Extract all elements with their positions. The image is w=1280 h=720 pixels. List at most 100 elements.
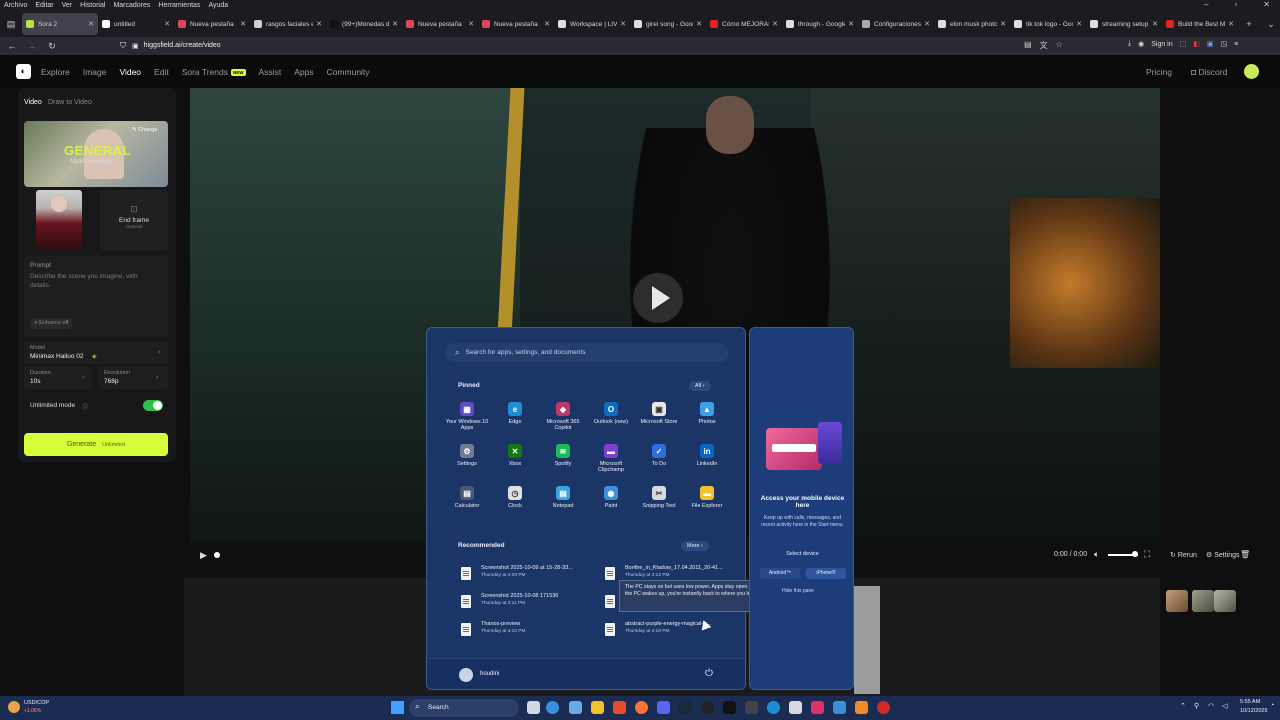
generate-button[interactable]: Generate Unlimited: [24, 433, 168, 456]
list-all-tabs-icon[interactable]: ⌄: [1260, 19, 1280, 30]
tab-list-icon[interactable]: ▤: [0, 19, 22, 30]
notification-bell-icon[interactable]: ◔: [1270, 702, 1274, 709]
minimize-icon[interactable]: –: [1200, 0, 1212, 9]
nav-image[interactable]: Image: [83, 67, 107, 77]
menu-editar[interactable]: Editar: [31, 2, 57, 9]
menu-marcadores[interactable]: Marcadores: [109, 2, 154, 9]
extension-icon[interactable]: ⬚: [1180, 40, 1187, 48]
unlimited-mode-toggle[interactable]: [143, 400, 163, 411]
start-frame-image[interactable]: [36, 190, 82, 250]
taskbar-search[interactable]: ⌕ Search: [409, 699, 519, 717]
preset-card[interactable]: GENERAL Minimax Hailuo ✎ Change: [24, 121, 168, 187]
browser-tab[interactable]: Build the Best M ✕: [1162, 13, 1238, 35]
edge-taskbar-icon[interactable]: [767, 701, 780, 714]
browser-tab[interactable]: Nueva pestaña ✕: [478, 13, 554, 35]
volume-handle[interactable]: [1132, 551, 1138, 557]
tab-close-icon[interactable]: ✕: [240, 20, 246, 28]
pen-app-icon[interactable]: [569, 701, 582, 714]
android-button[interactable]: Android™: [760, 568, 800, 579]
seek-handle[interactable]: [214, 552, 220, 558]
fullscreen-icon[interactable]: ⛶: [1144, 549, 1150, 560]
tab-close-icon[interactable]: ✕: [88, 20, 94, 28]
browser-tab[interactable]: Workspace | LIVE ✕: [554, 13, 630, 35]
pinned-app[interactable]: ◆ Microsoft 365 Copilot: [539, 402, 587, 431]
pinned-app[interactable]: ≋ Spotify: [539, 444, 587, 467]
pinned-app[interactable]: in LinkedIn: [683, 444, 731, 467]
pinned-app[interactable]: ◷ Clock: [491, 486, 539, 509]
all-apps-button[interactable]: All ›: [689, 381, 711, 391]
tab-close-icon[interactable]: ✕: [848, 20, 854, 28]
nav-video[interactable]: Video: [119, 67, 141, 77]
power-icon[interactable]: ⏻: [705, 668, 713, 679]
pinned-app[interactable]: ▤ Notepad: [539, 486, 587, 509]
extension-icon-2[interactable]: ◳: [1221, 40, 1228, 48]
recommended-file[interactable]: Screenshot 2025-10-09 at 15-28-33... Thur…: [461, 565, 586, 587]
tab-close-icon[interactable]: ✕: [1152, 20, 1158, 28]
account-icon[interactable]: ◉: [1138, 40, 1144, 48]
trash-icon[interactable]: 🗑︎: [1240, 550, 1250, 559]
avatar[interactable]: [1244, 64, 1259, 79]
tab-close-icon[interactable]: ✕: [772, 20, 778, 28]
url-text[interactable]: higgsfield.ai/create/video: [144, 42, 221, 49]
user-avatar[interactable]: [459, 668, 473, 682]
tab-close-icon[interactable]: ✕: [164, 20, 170, 28]
pinned-app[interactable]: ✓ To Do: [635, 444, 683, 467]
app-menu-icon[interactable]: ≡: [1234, 41, 1238, 48]
copilot-icon[interactable]: [546, 701, 559, 714]
pinned-app[interactable]: ▣ Microsoft Store: [635, 402, 683, 425]
nav-community[interactable]: Community: [327, 67, 370, 77]
browser-tab[interactable]: Sora 2 ✕: [22, 13, 98, 35]
pinned-app[interactable]: ✕ Xbox: [491, 444, 539, 467]
duration-selector[interactable]: Duration 10s ›: [24, 367, 92, 389]
pinned-app[interactable]: ▬ File Explorer: [683, 486, 731, 509]
app-icon-blue[interactable]: [833, 701, 846, 714]
browser-tab[interactable]: Cómo MEJORAR ✕: [706, 13, 782, 35]
discord-taskbar-icon[interactable]: [657, 701, 670, 714]
higgsfield-logo[interactable]: ◐: [16, 64, 31, 79]
resolution-selector[interactable]: Resolution 768p ›: [98, 367, 168, 389]
new-tab-icon[interactable]: +: [1238, 19, 1260, 29]
recommended-file[interactable]: abstract-purple-energy-magical-w... Thurs…: [605, 621, 730, 643]
thumbnail-1[interactable]: [1166, 590, 1188, 612]
reader-view-icon[interactable]: ▤: [1024, 40, 1032, 51]
firefox-icon[interactable]: [635, 701, 648, 714]
menu-archivo[interactable]: Archivo: [0, 2, 31, 9]
lock-icon[interactable]: ▣: [132, 42, 139, 50]
model-selector[interactable]: Model Minimax Hailuo 02 ◈ ›: [24, 342, 168, 364]
steam-icon[interactable]: [679, 701, 692, 714]
wifi-icon[interactable]: ◠: [1208, 702, 1214, 710]
pinned-app[interactable]: ◉ Paint: [587, 486, 635, 509]
ticker-symbol[interactable]: USD/COP: [24, 700, 49, 706]
browser-tab[interactable]: through - Google ✕: [782, 13, 858, 35]
tab-close-icon[interactable]: ✕: [1228, 20, 1234, 28]
nav-apps[interactable]: Apps: [294, 67, 313, 77]
file-explorer-icon[interactable]: [591, 701, 604, 714]
extension-red-icon[interactable]: ◧: [1193, 40, 1200, 48]
tab-draw-to-video[interactable]: Draw to Video: [48, 99, 92, 106]
enhance-toggle[interactable]: ⟡ Enhance off: [30, 318, 73, 329]
speaker-icon[interactable]: ◁: [1222, 702, 1227, 710]
tab-close-icon[interactable]: ✕: [316, 20, 322, 28]
extension-blue-icon[interactable]: ▣: [1207, 40, 1214, 48]
close-window-icon[interactable]: ✕: [1259, 0, 1274, 9]
recommended-file[interactable]: Thanos-preview Thursday at 3:10 PM: [461, 621, 586, 643]
task-view-icon[interactable]: [527, 701, 540, 714]
tab-close-icon[interactable]: ✕: [620, 20, 626, 28]
nav-edit[interactable]: Edit: [154, 67, 169, 77]
prompt-input[interactable]: Describe the scene you imagine, with det…: [30, 272, 160, 291]
tiktok-icon[interactable]: [723, 701, 736, 714]
thumbnail-3[interactable]: [1214, 590, 1236, 612]
browser-tab[interactable]: elon musk photo ✕: [934, 13, 1010, 35]
browser-tab[interactable]: streaming setup ✕: [1086, 13, 1162, 35]
pinned-app[interactable]: O Outlook (new): [587, 402, 635, 425]
translate-icon[interactable]: 文: [1040, 40, 1048, 51]
microphone-icon[interactable]: ⚲: [1194, 702, 1199, 710]
nav-assist[interactable]: Assist: [259, 67, 282, 77]
pinned-app[interactable]: ✂ Snipping Tool: [635, 486, 683, 509]
store-taskbar-icon[interactable]: [789, 701, 802, 714]
tab-close-icon[interactable]: ✕: [924, 20, 930, 28]
user-name[interactable]: houdini: [480, 671, 499, 677]
iphone-button[interactable]: iPhone®: [806, 568, 846, 579]
browser-tab[interactable]: (99+)Monedas de ✕: [326, 13, 402, 35]
volume-icon[interactable]: 🔈︎: [1094, 549, 1099, 560]
